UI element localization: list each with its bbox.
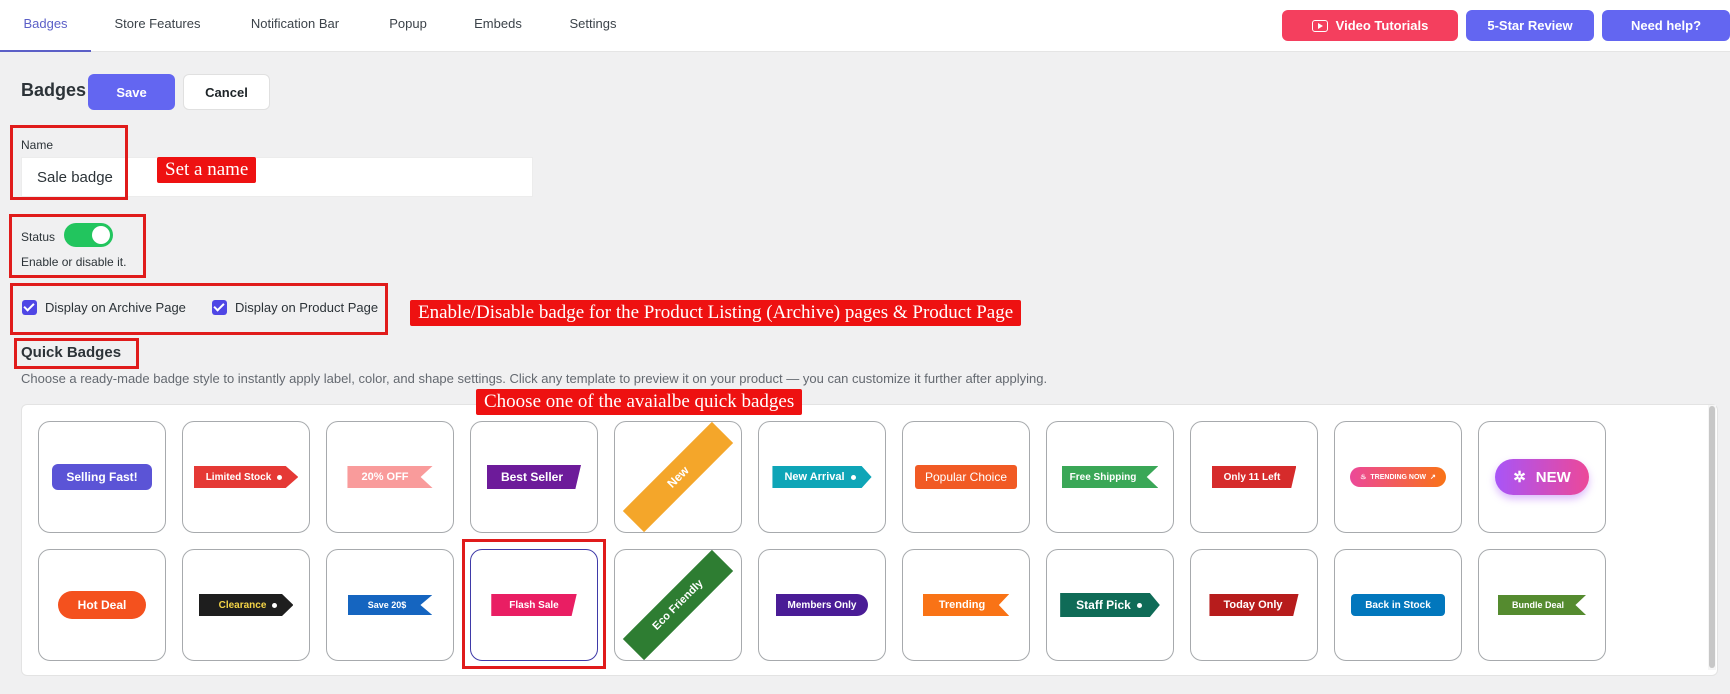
page-title: Badges	[21, 80, 87, 100]
tab-badges[interactable]: Badges	[0, 0, 91, 52]
badge-label: Trending	[922, 594, 1010, 616]
badge-label: Only 11 Left	[1211, 466, 1297, 488]
quick-badge-card[interactable]: Free Shipping	[1046, 421, 1174, 533]
tab-embeds[interactable]: Embeds	[466, 0, 530, 52]
quick-badge-card[interactable]: Selling Fast!	[38, 421, 166, 533]
need-help-button[interactable]: Need help?	[1602, 10, 1730, 41]
product-page-label: Display on Product Page	[235, 300, 379, 315]
annotation-display: Enable/Disable badge for the Product Lis…	[410, 300, 1022, 326]
trend-arrow-icon: ↗	[1430, 474, 1436, 481]
five-star-review-button[interactable]: 5-Star Review	[1466, 10, 1594, 41]
quick-badge-card[interactable]: Members Only	[758, 549, 886, 661]
archive-page-label: Display on Archive Page	[45, 300, 186, 315]
annotation-quick-badges: Choose one of the avaialbe quick badges	[476, 389, 803, 415]
tab-popup[interactable]: Popup	[380, 0, 436, 52]
badge-label: Eco Friendly	[622, 550, 734, 660]
badge-label: Today Only	[1209, 594, 1299, 616]
badge-label: Hot Deal	[57, 591, 147, 619]
name-input[interactable]	[21, 157, 533, 197]
badge-label: Popular Choice	[914, 465, 1018, 489]
video-tutorials-button[interactable]: Video Tutorials	[1282, 10, 1458, 41]
quick-badge-card[interactable]: New Arrival	[758, 421, 886, 533]
quick-badge-card[interactable]: Today Only	[1190, 549, 1318, 661]
badge-text: Staff Pick	[1076, 598, 1131, 612]
quick-badge-card[interactable]: Limited Stock	[182, 421, 310, 533]
product-page-checkbox[interactable]	[212, 300, 227, 315]
badge-label: Best Seller	[486, 465, 582, 489]
badge-label: ✲ NEW	[1495, 459, 1589, 495]
quick-badges-description: Choose a ready-made badge style to insta…	[21, 371, 1048, 386]
quick-badge-card[interactable]: Bundle Deal	[1478, 549, 1606, 661]
tag-hole	[272, 602, 278, 608]
badge-label: Flash Sale	[491, 594, 577, 616]
quick-badge-card[interactable]: Best Seller	[470, 421, 598, 533]
status-toggle[interactable]	[64, 223, 113, 247]
tab-notification-bar[interactable]: Notification Bar	[240, 0, 350, 52]
badge-text: Limited Stock	[205, 471, 272, 483]
quick-badge-card[interactable]: Save 20$	[326, 549, 454, 661]
top-navigation-bar: Badges Store Features Notification Bar P…	[0, 0, 1730, 52]
status-help-text: Enable or disable it.	[21, 255, 127, 269]
annotation-set-name: Set a name	[157, 157, 257, 183]
quick-badge-card[interactable]: ♨ TRENDING NOW ↗	[1334, 421, 1462, 533]
quick-badge-card[interactable]: Only 11 Left	[1190, 421, 1318, 533]
badge-label: Free Shipping	[1061, 466, 1159, 488]
quick-badge-card[interactable]: 20% OFF	[326, 421, 454, 533]
status-label: Status	[21, 230, 56, 244]
quick-badge-card[interactable]: Hot Deal	[38, 549, 166, 661]
name-label: Name	[21, 138, 54, 152]
tag-hole	[277, 474, 283, 480]
badge-label: Limited Stock	[193, 466, 299, 488]
quick-badge-card[interactable]: Trending	[902, 549, 1030, 661]
archive-page-checkbox[interactable]	[22, 300, 37, 315]
badge-label: Members Only	[775, 594, 869, 616]
fire-icon: ♨	[1360, 474, 1367, 481]
quick-badge-card[interactable]: Popular Choice	[902, 421, 1030, 533]
badge-text: New Arrival	[784, 471, 845, 483]
quick-badge-card[interactable]: Back in Stock	[1334, 549, 1462, 661]
badge-label: 20% OFF	[347, 466, 433, 488]
badge-text: Clearance	[218, 599, 267, 611]
quick-badge-card-selected[interactable]: Flash Sale	[470, 549, 598, 661]
badge-label: New Arrival	[772, 466, 872, 488]
badge-label: ♨ TRENDING NOW ↗	[1350, 467, 1446, 487]
cancel-button[interactable]: Cancel	[183, 74, 270, 110]
quick-badge-card[interactable]: Eco Friendly	[614, 549, 742, 661]
tag-hole	[1136, 602, 1142, 608]
quick-badges-title: Quick Badges	[21, 344, 122, 361]
quick-badge-card[interactable]: ✲ NEW	[1478, 421, 1606, 533]
badge-text: TRENDING NOW	[1370, 473, 1426, 481]
quick-badge-card[interactable]: Clearance	[182, 549, 310, 661]
tab-settings[interactable]: Settings	[560, 0, 626, 52]
badge-label: Selling Fast!	[52, 464, 152, 490]
badge-text: NEW	[1535, 468, 1571, 486]
tab-store-features[interactable]: Store Features	[105, 0, 210, 52]
toggle-knob	[92, 226, 110, 244]
badge-label: Save 20$	[347, 595, 433, 615]
quick-badge-card[interactable]: Staff Pick	[1046, 549, 1174, 661]
save-button[interactable]: Save	[88, 74, 175, 110]
badge-label: Bundle Deal	[1497, 595, 1586, 615]
sparkle-icon: ✲	[1513, 469, 1526, 486]
video-play-icon	[1311, 19, 1328, 32]
tag-hole	[850, 474, 856, 480]
video-tutorials-label: Video Tutorials	[1335, 18, 1429, 33]
quick-badge-card[interactable]: New	[614, 421, 742, 533]
badge-label: Clearance	[198, 594, 294, 616]
panel-scroll-thumb[interactable]	[1709, 406, 1715, 668]
badge-label: New	[622, 422, 734, 532]
badge-label: Back in Stock	[1351, 594, 1445, 616]
badge-label: Staff Pick	[1060, 593, 1160, 617]
